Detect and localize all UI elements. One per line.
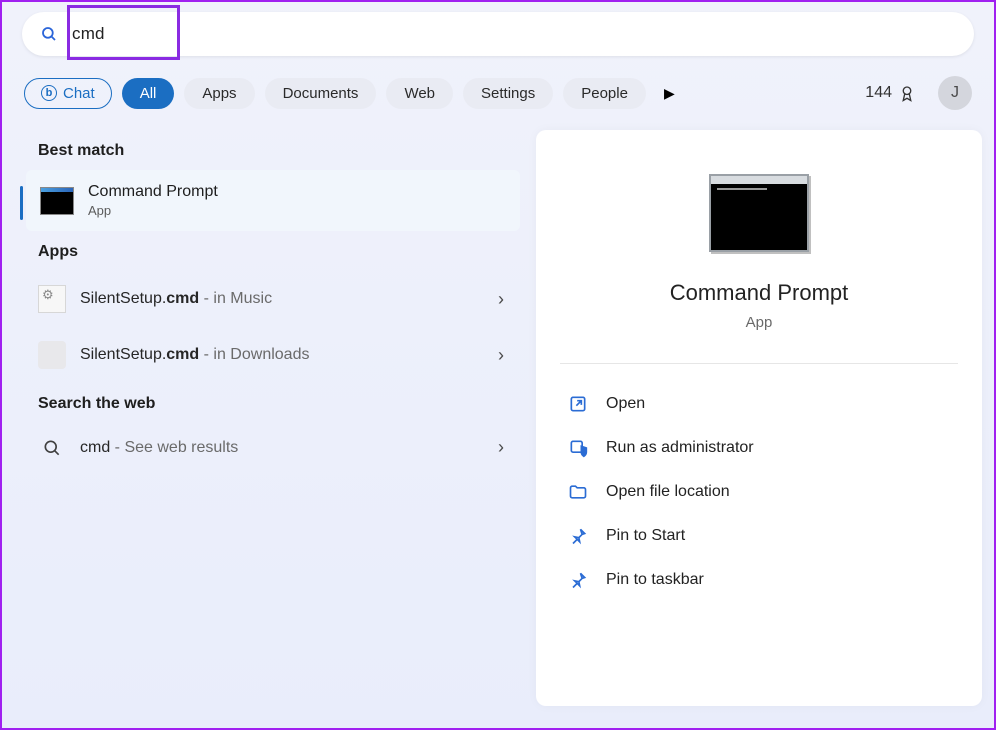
app-result-row[interactable]: SilentSetup.cmd - in Music › <box>24 271 522 327</box>
action-open[interactable]: Open <box>560 382 958 426</box>
medal-icon <box>898 84 916 102</box>
pin-icon <box>568 570 588 590</box>
filter-all[interactable]: All <box>122 78 175 109</box>
points-value: 144 <box>865 84 892 102</box>
web-result-row[interactable]: cmd - See web results › <box>24 423 522 472</box>
chevron-right-icon[interactable]: › <box>498 437 504 458</box>
user-avatar[interactable]: J <box>938 76 972 110</box>
section-best-match-header: Best match <box>38 142 508 160</box>
filter-web[interactable]: Web <box>386 78 453 109</box>
cmd-file-icon <box>38 285 66 313</box>
rewards-points[interactable]: 144 <box>865 84 916 102</box>
filter-row: b Chat All Apps Documents Web Settings P… <box>2 70 994 130</box>
action-run-as-admin[interactable]: Run as administrator <box>560 426 958 470</box>
action-pin-to-start[interactable]: Pin to Start <box>560 514 958 558</box>
chat-label: Chat <box>63 85 95 102</box>
filter-people[interactable]: People <box>563 78 646 109</box>
action-label: Run as administrator <box>606 439 754 457</box>
search-icon <box>40 25 58 43</box>
action-label: Pin to Start <box>606 527 685 545</box>
search-bar[interactable] <box>22 12 974 56</box>
action-pin-to-taskbar[interactable]: Pin to taskbar <box>560 558 958 602</box>
app-result-text: SilentSetup.cmd - in Downloads <box>80 346 484 364</box>
avatar-initial: J <box>951 84 959 102</box>
section-apps-header: Apps <box>38 243 508 261</box>
action-label: Open file location <box>606 483 730 501</box>
action-open-file-location[interactable]: Open file location <box>560 470 958 514</box>
action-label: Open <box>606 395 645 413</box>
filter-settings[interactable]: Settings <box>463 78 553 109</box>
app-result-text: SilentSetup.cmd - in Music <box>80 290 484 308</box>
folder-icon <box>568 482 588 502</box>
search-input[interactable] <box>72 24 172 44</box>
bing-icon: b <box>41 85 57 101</box>
command-prompt-icon <box>709 174 809 252</box>
search-icon <box>42 438 62 458</box>
open-icon <box>568 394 588 414</box>
preview-subtitle: App <box>746 314 773 331</box>
preview-title: Command Prompt <box>670 280 849 306</box>
command-prompt-icon <box>40 187 74 215</box>
section-web-header: Search the web <box>38 395 508 413</box>
chevron-right-icon[interactable]: › <box>498 345 504 366</box>
shield-icon <box>568 438 588 458</box>
preview-panel: Command Prompt App Open <box>536 130 982 706</box>
best-match-title: Command Prompt <box>88 183 218 201</box>
filter-documents[interactable]: Documents <box>265 78 377 109</box>
more-filters-arrow-icon[interactable]: ▶ <box>664 85 675 102</box>
best-match-subtitle: App <box>88 203 218 218</box>
web-result-text: cmd - See web results <box>80 439 484 457</box>
results-column: Best match Command Prompt App Apps Silen… <box>24 130 522 706</box>
chat-button[interactable]: b Chat <box>24 78 112 109</box>
app-result-row[interactable]: SilentSetup.cmd - in Downloads › <box>24 327 522 383</box>
best-match-result[interactable]: Command Prompt App <box>26 170 520 231</box>
filter-apps[interactable]: Apps <box>184 78 254 109</box>
file-icon <box>38 341 66 369</box>
pin-icon <box>568 526 588 546</box>
chevron-right-icon[interactable]: › <box>498 289 504 310</box>
action-label: Pin to taskbar <box>606 571 704 589</box>
